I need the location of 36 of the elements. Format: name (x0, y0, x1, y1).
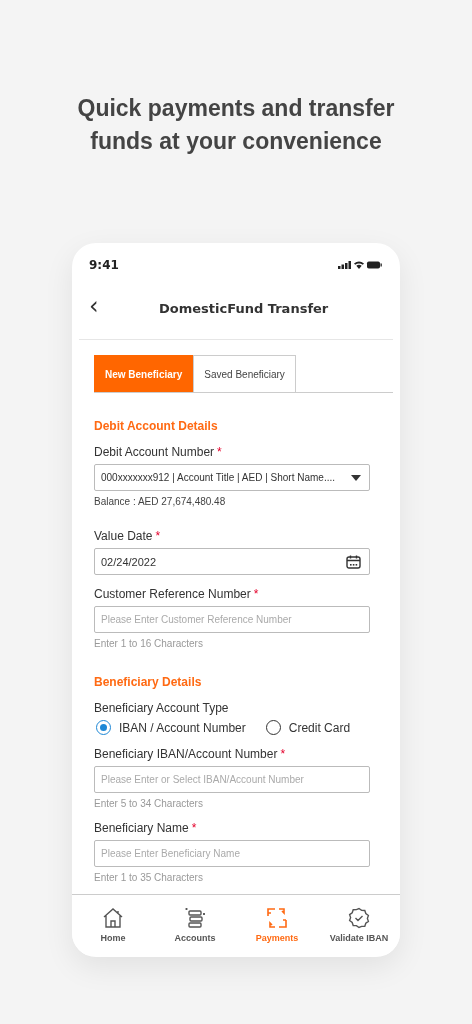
field-hint: Balance : AED 27,674,480.48 (94, 496, 227, 507)
input-field[interactable]: Please Enter Beneficiary Name (94, 840, 370, 867)
required-mark: * (155, 529, 161, 543)
required-mark: * (217, 445, 222, 459)
field-label: Debit Account Number (94, 445, 215, 459)
date-field[interactable]: 02/24/2022 (94, 548, 370, 575)
input-field[interactable]: Please Enter or Select IBAN/Account Number (94, 766, 370, 793)
field-label: Beneficiary Account Type (94, 701, 229, 715)
required-mark: * (280, 747, 286, 761)
radio-option[interactable]: Credit Card (265, 720, 351, 735)
field-hint: Enter 5 to 34 Characters (94, 798, 204, 809)
house-icon (102, 907, 124, 929)
stack-icon (184, 907, 206, 929)
headline: Quick payments and transfer funds at your convenience (76, 94, 396, 156)
field-label: Beneficiary Name (94, 821, 189, 835)
radio-option[interactable]: IBAN / Account Number (96, 720, 246, 735)
field-label: Customer Reference Number (94, 587, 251, 601)
back-button[interactable]: ‹ (79, 292, 125, 324)
screen-title: DomesticFund Transfer (159, 300, 329, 316)
field-hint: Enter 1 to 16 Characters (94, 638, 204, 649)
tab[interactable]: Saved Beneficiary (193, 355, 296, 392)
field-hint: Enter 1 to 35 Characters (94, 872, 204, 883)
transfer-icon (266, 907, 288, 929)
status-icons (338, 260, 382, 270)
field-label: Beneficiary IBAN/Account Number (94, 747, 278, 761)
badge-check-icon (348, 907, 370, 929)
calendar-icon (346, 554, 361, 569)
section-title: Beneficiary Details (94, 675, 203, 689)
section-title: Debit Account Details (94, 419, 219, 433)
status-time: 9:41 (89, 258, 119, 272)
caret-icon (351, 474, 361, 481)
dropdown-field[interactable]: 000xxxxxxx912 | Account Title | AED | Short Name.... (94, 464, 370, 491)
input-field[interactable]: Please Enter Customer Reference Number (94, 606, 370, 633)
required-mark: * (191, 821, 197, 835)
field-label: Value Date (94, 529, 153, 543)
required-mark: * (253, 587, 259, 601)
